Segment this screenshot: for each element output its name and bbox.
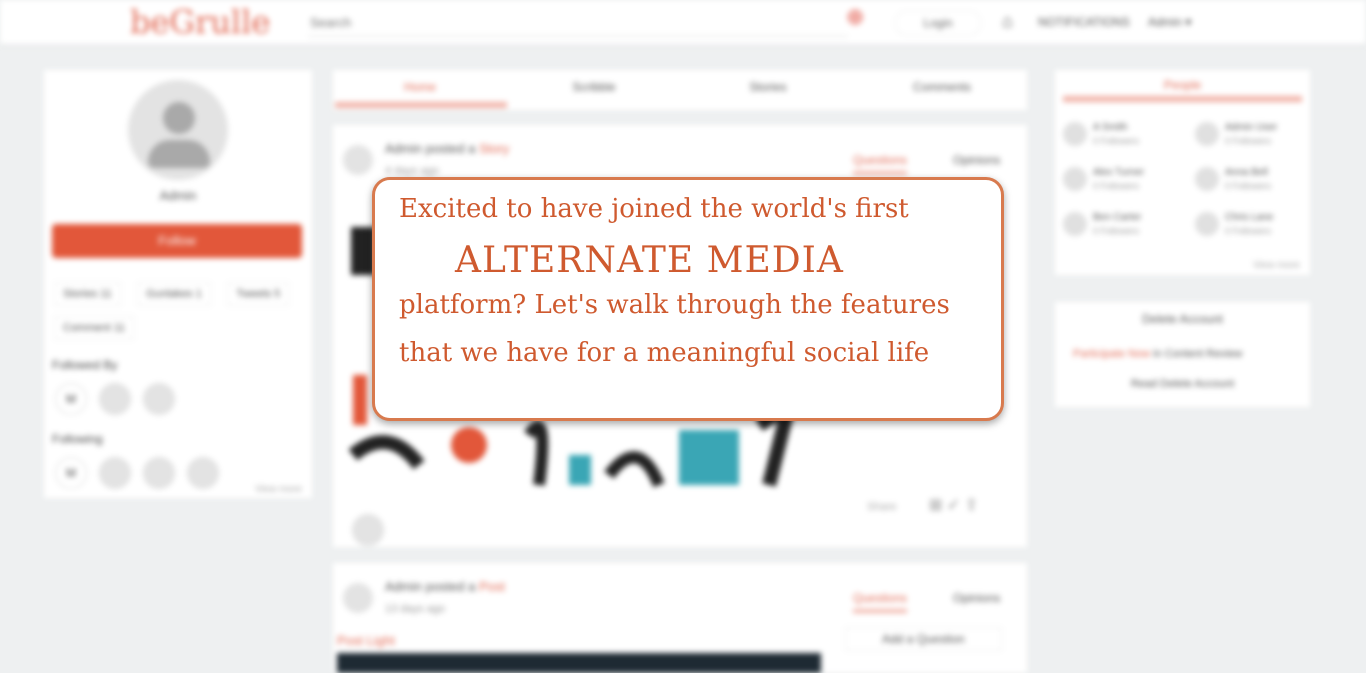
person-name: Ben Carter — [1093, 212, 1142, 223]
add-icon[interactable]: ⊕ — [846, 4, 864, 30]
post-kind[interactable]: Post — [479, 579, 505, 594]
login-button[interactable]: Login — [895, 10, 981, 36]
following-title: Following — [52, 432, 103, 446]
follower-avatar[interactable] — [144, 384, 174, 414]
view-more-link[interactable]: View more — [255, 484, 302, 495]
post-tab-opinions[interactable]: Opinions — [953, 591, 1000, 605]
post-card: Admin posted a Post 13 days ago Question… — [333, 563, 1027, 673]
person-followers: 0 Followers — [1225, 181, 1272, 191]
post-tab-questions[interactable]: Questions — [853, 153, 908, 175]
post-header: Admin posted a Post — [385, 579, 505, 594]
following-avatar[interactable]: M — [56, 458, 86, 488]
stat-tweets[interactable]: Tweets 5 — [227, 282, 290, 306]
post-media[interactable] — [337, 653, 821, 673]
person-avatar — [1063, 122, 1087, 146]
person-item[interactable]: Alex Turner 0 Followers — [1063, 163, 1183, 199]
intro-tour-popup[interactable]: Excited to have joined the world's first… — [372, 177, 1004, 421]
people-view-more[interactable]: View more — [1253, 260, 1300, 271]
account-card: Delete Account Participate Now in Conten… — [1055, 302, 1310, 407]
add-question-button[interactable]: Add a Question — [845, 627, 1002, 651]
home-icon[interactable]: ⌂ — [1002, 11, 1013, 32]
post-avatar[interactable] — [343, 583, 373, 613]
stat-comments[interactable]: Comment 11 — [54, 316, 135, 340]
follower-avatar[interactable]: M — [56, 384, 86, 414]
person-item[interactable]: Admin User 0 Followers — [1195, 118, 1315, 154]
account-title: Delete Account — [1142, 312, 1223, 326]
people-card: People A Smith 0 Followers Admin User 0 … — [1055, 70, 1310, 275]
comment-avatar[interactable] — [353, 515, 383, 545]
follow-button[interactable]: Follow — [52, 224, 302, 258]
following-avatar[interactable] — [188, 458, 218, 488]
person-followers: 0 Followers — [1225, 136, 1272, 146]
person-name: Chris Lane — [1225, 212, 1274, 223]
person-item[interactable]: Chris Lane 0 Followers — [1195, 208, 1315, 244]
tab-home[interactable]: Home — [335, 80, 505, 94]
person-followers: 0 Followers — [1225, 226, 1272, 236]
following-avatar[interactable] — [100, 458, 130, 488]
followed-by-title: Followed By — [52, 358, 118, 372]
person-avatar — [1063, 167, 1087, 191]
post-time: 4 days ago — [385, 165, 439, 177]
person-name: Admin User — [1225, 122, 1278, 133]
account-line-rest: in Content Review — [1153, 348, 1243, 360]
popup-line-4: that we have for a meaningful social lif… — [399, 338, 930, 368]
person-name: A Smith — [1093, 122, 1128, 133]
following-avatar[interactable] — [144, 458, 174, 488]
person-avatar — [1063, 212, 1087, 236]
search-bar[interactable] — [308, 8, 848, 37]
tab-comments[interactable]: Comments — [857, 80, 1027, 94]
popup-line-3: platform? Let's walk through the feature… — [399, 290, 950, 320]
people-title: People — [1163, 78, 1202, 92]
person-avatar — [1195, 167, 1219, 191]
post-label: Post Light — [337, 633, 395, 648]
post-tab-questions[interactable]: Questions — [853, 591, 908, 613]
tab-scribble[interactable]: Scribble — [509, 80, 679, 94]
person-item[interactable]: A Smith 0 Followers — [1063, 118, 1183, 154]
stat-stories[interactable]: Stories 11 — [54, 282, 121, 306]
person-item[interactable]: Anna Bell 0 Followers — [1195, 163, 1315, 199]
person-name: Anna Bell — [1225, 167, 1268, 178]
tab-underline — [335, 102, 507, 108]
profile-card: Admin Follow Stories 11 Gunlakes 1 Tweet… — [44, 70, 312, 498]
tab-stories[interactable]: Stories — [683, 80, 853, 94]
share-icons[interactable]: ⊞ ✓ ⇪ — [929, 495, 978, 515]
account-line: Participate Now in Content Review — [1073, 348, 1242, 360]
person-item[interactable]: Ben Carter 0 Followers — [1063, 208, 1183, 244]
post-author[interactable]: Admin posted a — [385, 579, 475, 594]
feed-tabs: Home Scribble Stories Comments — [333, 70, 1027, 110]
person-avatar — [1195, 122, 1219, 146]
search-input[interactable] — [308, 8, 832, 36]
share-label: Share — [867, 501, 897, 513]
top-navbar: beGrulle ⊕ Login ⌂ NOTIFICATIONS Admin ▾ — [0, 0, 1366, 44]
stat-gunlakes[interactable]: Gunlakes 1 — [137, 282, 211, 306]
person-followers: 0 Followers — [1093, 136, 1140, 146]
person-followers: 0 Followers — [1093, 226, 1140, 236]
popup-line-2: ALTERNATE MEDIA — [455, 240, 844, 281]
post-time: 13 days ago — [385, 603, 445, 615]
post-tab-opinions[interactable]: Opinions — [953, 153, 1000, 167]
profile-name: Admin — [159, 188, 197, 203]
follower-avatar[interactable] — [100, 384, 130, 414]
post-header: Admin posted a Story — [385, 141, 509, 156]
profile-stats: Stories 11 Gunlakes 1 Tweets 5 Comment 1… — [54, 282, 304, 350]
person-followers: 0 Followers — [1093, 181, 1140, 191]
profile-avatar — [128, 80, 228, 180]
popup-line-1: Excited to have joined the world's first — [399, 194, 909, 224]
post-kind[interactable]: Story — [479, 141, 509, 156]
people-underline — [1063, 96, 1302, 102]
user-menu[interactable]: Admin ▾ — [1148, 15, 1191, 29]
post-author[interactable]: Admin posted a — [385, 141, 475, 156]
read-delete-link[interactable]: Read Delete Account — [1055, 378, 1310, 390]
site-logo[interactable]: beGrulle — [130, 3, 270, 41]
person-avatar — [1195, 212, 1219, 236]
participate-link[interactable]: Participate Now — [1073, 348, 1150, 360]
person-name: Alex Turner — [1093, 167, 1145, 178]
post-avatar[interactable] — [343, 145, 373, 175]
notifications-link[interactable]: NOTIFICATIONS — [1038, 15, 1130, 29]
